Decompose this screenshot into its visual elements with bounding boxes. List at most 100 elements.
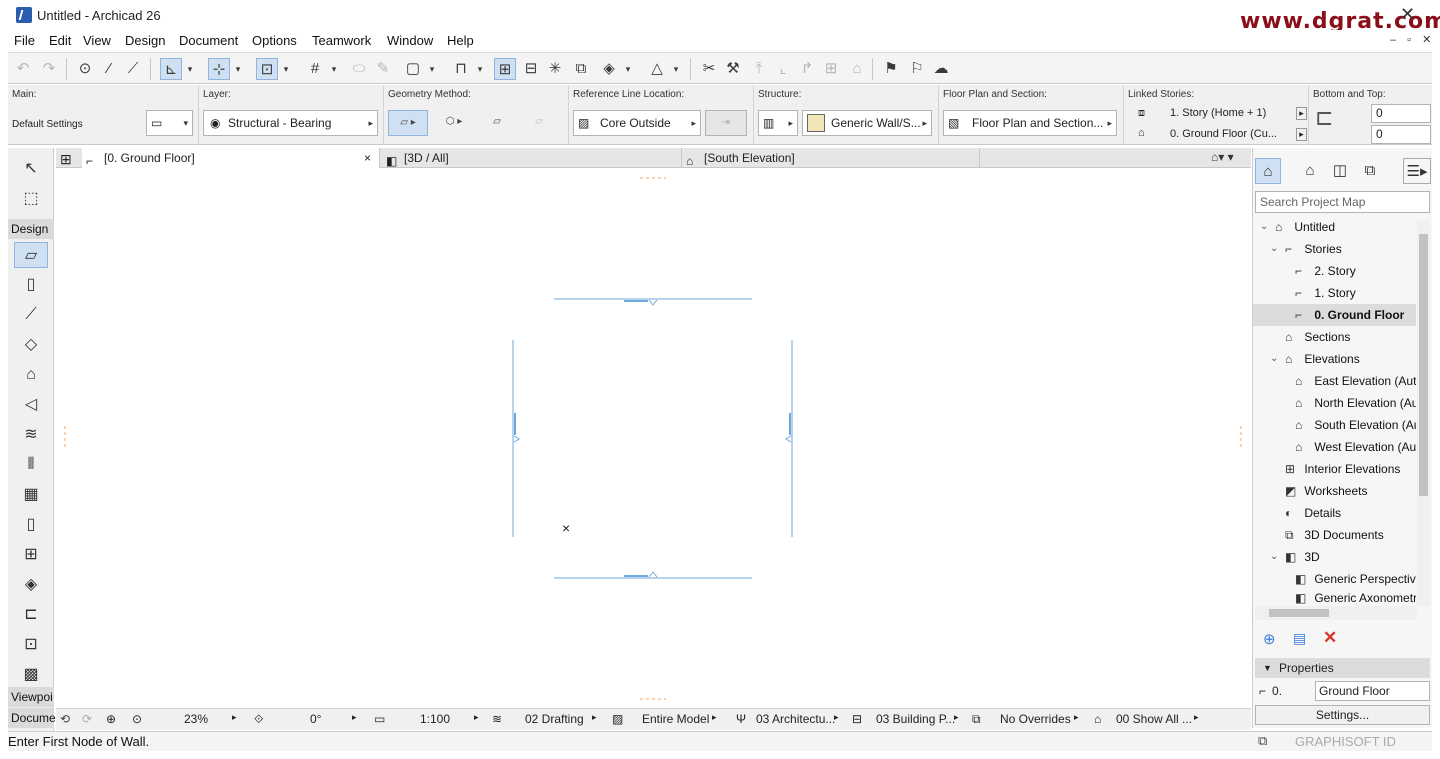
- project-map-search-input[interactable]: Search Project Map: [1255, 191, 1430, 213]
- window-close-button[interactable]: ✕: [1400, 4, 1415, 25]
- angle-arrow[interactable]: ▸: [352, 712, 357, 723]
- menu-window[interactable]: Window: [387, 33, 433, 48]
- slab-tool-icon[interactable]: ◇: [14, 332, 48, 358]
- pen-set-arrow[interactable]: ▸: [834, 712, 839, 723]
- undo-zoom-icon[interactable]: ⟲: [60, 712, 70, 726]
- view-settings-icon[interactable]: ▤: [1293, 630, 1306, 647]
- tree-item-west-elevation[interactable]: ⌂ West Elevation (Aut: [1253, 436, 1416, 458]
- tab-overview-button[interactable]: ⊞: [56, 148, 80, 168]
- add-view-icon[interactable]: ⊕: [1263, 630, 1276, 648]
- mesh-tool-icon[interactable]: ▩: [14, 662, 48, 688]
- tree-item-untitled[interactable]: ⌄ ⌂ Untitled: [1253, 216, 1416, 238]
- linked-bottom-arrow[interactable]: ▸: [1296, 128, 1307, 141]
- tree-item-elevations[interactable]: ⌄ ⌂ Elevations: [1253, 348, 1416, 370]
- tree-item-north-elevation[interactable]: ⌂ North Elevation (Au: [1253, 392, 1416, 414]
- scale-value[interactable]: 1:100: [420, 712, 450, 726]
- tab-3d-all[interactable]: ◧ [3D / All]: [382, 148, 682, 168]
- dropdown-arrow-icon[interactable]: ▾: [426, 58, 438, 80]
- beam-tool-icon[interactable]: ⟋: [14, 302, 48, 328]
- settings-button[interactable]: Settings...: [1255, 705, 1430, 725]
- wall-tool-icon[interactable]: ▱: [14, 242, 48, 268]
- scrollbar-thumb[interactable]: [1269, 609, 1329, 617]
- refline-select[interactable]: ▨ Core Outside ▸: [573, 110, 701, 136]
- zoom-in-icon[interactable]: ⊕: [106, 712, 116, 726]
- dropdown-arrow-icon[interactable]: ▾: [622, 58, 634, 80]
- straight-wall-button[interactable]: ▱ ▸: [388, 110, 428, 136]
- column-tool-icon[interactable]: ▯: [14, 272, 48, 298]
- lock-icon[interactable]: ⊓: [450, 58, 472, 80]
- curve-icon[interactable]: ↱: [796, 58, 818, 80]
- dropdown-arrow-icon[interactable]: ▾: [232, 58, 244, 80]
- tree-item-worksheets[interactable]: ◩ Worksheets: [1253, 480, 1416, 502]
- tree-item-interior-elevations[interactable]: ⊞ Interior Elevations: [1253, 458, 1416, 480]
- overrides-value[interactable]: No Overrides: [1000, 712, 1071, 726]
- tab-ground-floor[interactable]: ⌐ [0. Ground Floor] ×: [82, 148, 380, 168]
- object-tool-icon[interactable]: ⊏: [14, 602, 48, 628]
- layer-combo-arrow[interactable]: ▸: [592, 712, 597, 723]
- menu-view[interactable]: View: [83, 33, 111, 48]
- hammer-icon[interactable]: ⚒: [722, 58, 744, 80]
- arrow-tool-icon[interactable]: ↖: [14, 156, 48, 182]
- chevron-down-icon[interactable]: ⌄: [1270, 546, 1278, 568]
- door-tool-icon[interactable]: ▯: [14, 512, 48, 538]
- toolbox-design-label[interactable]: Design: [8, 219, 54, 239]
- scale-arrow[interactable]: ▸: [474, 712, 479, 723]
- renovation-value[interactable]: 00 Show All ...: [1116, 712, 1192, 726]
- renovation-arrow[interactable]: ▸: [1194, 712, 1199, 723]
- roof-icon[interactable]: ⌂: [846, 58, 868, 80]
- pick-up-parameters-icon[interactable]: ⊙: [74, 58, 96, 80]
- layer-icon[interactable]: ⬭: [348, 58, 370, 80]
- dropdown-arrow-icon[interactable]: ▾: [280, 58, 292, 80]
- menu-options[interactable]: Options: [252, 33, 297, 48]
- measure-icon[interactable]: ⊞: [494, 58, 516, 80]
- scissors-icon[interactable]: ✂: [698, 58, 720, 80]
- elevate-icon[interactable]: ⤒: [748, 58, 770, 80]
- layout-book-icon[interactable]: ◫: [1327, 158, 1353, 184]
- tab-menu-icon[interactable]: ⌂▾ ▾: [1211, 150, 1234, 164]
- grid-snap-icon[interactable]: #: [304, 58, 326, 80]
- menu-help[interactable]: Help: [447, 33, 474, 48]
- menu-design[interactable]: Design: [125, 33, 165, 48]
- tree-item-details[interactable]: ◐ Details: [1253, 502, 1416, 524]
- marquee-tool-icon[interactable]: ⬚: [14, 186, 48, 212]
- structure-type-select[interactable]: ▥ ▸: [758, 110, 798, 136]
- chevron-down-icon[interactable]: ⌄: [1260, 216, 1268, 238]
- pencil-icon[interactable]: ✎: [372, 58, 394, 80]
- menu-teamwork[interactable]: Teamwork: [312, 33, 371, 48]
- explode-icon[interactable]: ✳: [544, 58, 566, 80]
- floorplan-settings-button[interactable]: ▧ Floor Plan and Section... ▸: [943, 110, 1117, 136]
- mvo-value[interactable]: 03 Building P...: [876, 712, 955, 726]
- redo-zoom-icon[interactable]: ⟳: [82, 712, 92, 726]
- pen-set-value[interactable]: 03 Architectu...: [756, 712, 835, 726]
- shell-tool-icon[interactable]: ◁: [14, 392, 48, 418]
- drawing-canvas[interactable]: ×: [56, 169, 1251, 707]
- select-box-icon[interactable]: ▢: [402, 58, 424, 80]
- linked-top-arrow[interactable]: ▸: [1296, 107, 1307, 120]
- composite-select[interactable]: Generic Wall/S... ▸: [802, 110, 932, 136]
- overrides-arrow[interactable]: ▸: [1074, 712, 1079, 723]
- eyedropper-icon[interactable]: ⁄: [98, 58, 120, 80]
- properties-header[interactable]: ▼ Properties: [1255, 658, 1430, 678]
- linked-top-story[interactable]: 1. Story (Home + 1): [1170, 107, 1266, 119]
- redo-icon[interactable]: ↷: [38, 58, 60, 80]
- toolbox-document-label[interactable]: Docume: [8, 708, 56, 728]
- zoom-arrow[interactable]: ▸: [232, 712, 237, 723]
- flag-icon[interactable]: ⚑: [880, 58, 902, 80]
- window-tool-icon[interactable]: ⊞: [14, 542, 48, 568]
- chevron-down-icon[interactable]: ▼: [1263, 658, 1272, 678]
- tracker-icon[interactable]: ⊾: [160, 58, 182, 80]
- chevron-down-icon[interactable]: ⌄: [1270, 348, 1278, 370]
- properties-name-input[interactable]: Ground Floor: [1315, 681, 1430, 701]
- tree-item-ground-floor[interactable]: ⌐ 0. Ground Floor: [1253, 304, 1416, 326]
- guide-lines-icon[interactable]: ⊹: [208, 58, 230, 80]
- tree-item-south-elevation[interactable]: ⌂ South Elevation (Au: [1253, 414, 1416, 436]
- delete-icon[interactable]: ✕: [1323, 628, 1337, 648]
- zone-tool-icon[interactable]: ⊡: [14, 632, 48, 658]
- mdi-window-buttons[interactable]: – ▫ ✕: [1390, 33, 1435, 46]
- zoom-value[interactable]: 23%: [184, 712, 208, 726]
- curtain-wall-tool-icon[interactable]: ▦: [14, 482, 48, 508]
- roof-tool-icon[interactable]: ⌂: [14, 362, 48, 388]
- floor-plan-drawing[interactable]: ×: [56, 169, 1251, 707]
- tree-item-stories[interactable]: ⌄ ⌐ Stories: [1253, 238, 1416, 260]
- syringe-icon[interactable]: ⟋: [122, 58, 144, 80]
